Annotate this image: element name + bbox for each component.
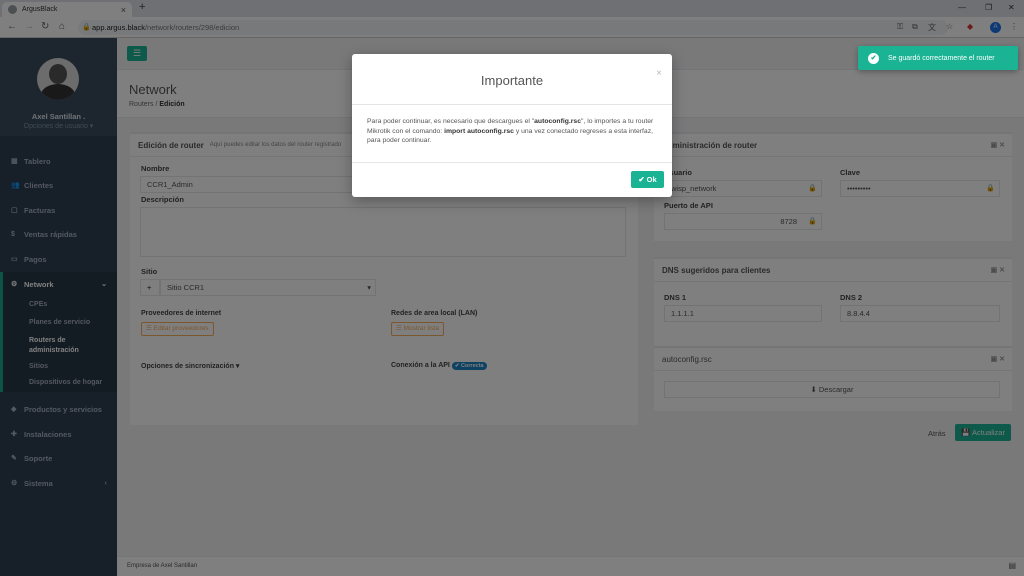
check-circle-icon: ✔	[868, 52, 879, 64]
modal-title: Importante	[480, 73, 544, 88]
toast-message: Se guardó correctamente el router	[888, 54, 995, 62]
modal-divider	[352, 162, 672, 163]
modal-body: Para poder continuar, es necesario que d…	[367, 117, 659, 146]
modal-divider	[352, 104, 672, 105]
modal-file-name: autoconfig.rsc	[534, 118, 581, 125]
modal-command: import autoconfig.rsc	[444, 127, 514, 135]
success-toast[interactable]: ✔ Se guardó correctamente el router	[858, 46, 1018, 70]
important-modal: Importante × Para poder continuar, es ne…	[352, 54, 672, 197]
close-icon[interactable]: ×	[656, 68, 662, 79]
ok-button[interactable]: ✔ Ok	[631, 171, 664, 188]
modal-text-1: Para poder continuar, es necesario que d…	[367, 118, 535, 125]
